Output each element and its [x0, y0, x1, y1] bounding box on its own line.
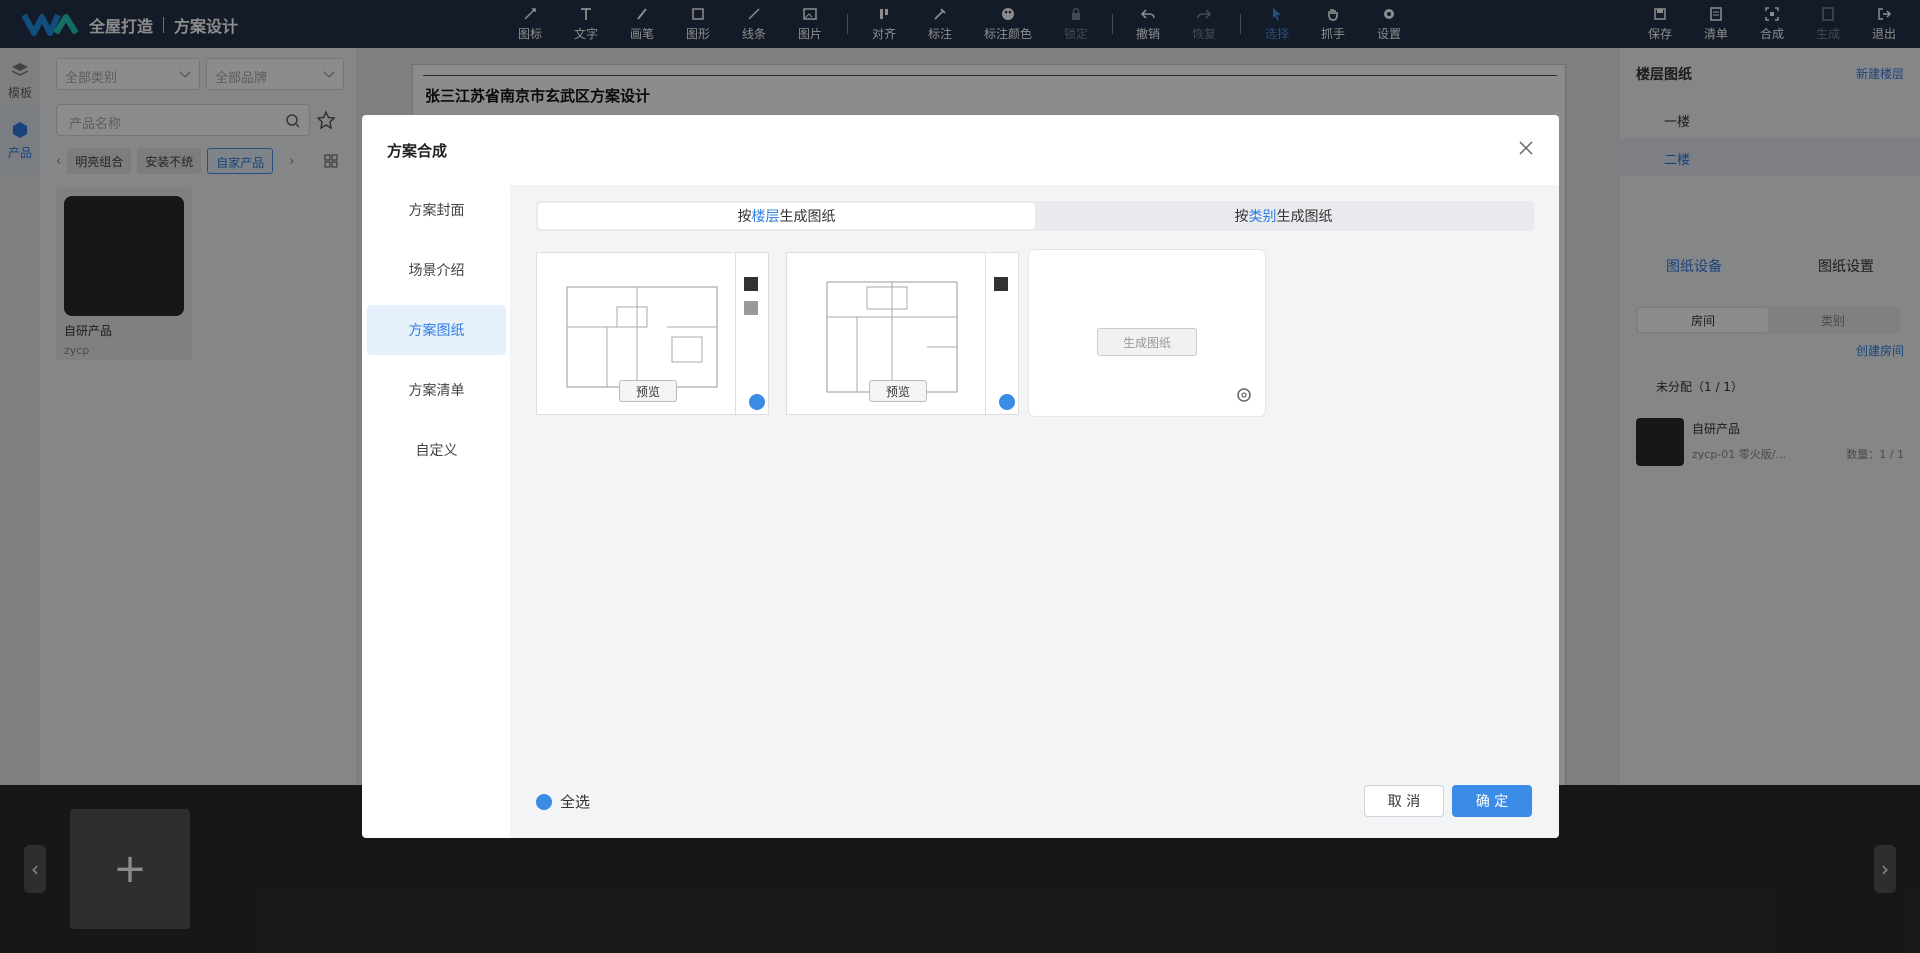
- check-icon[interactable]: [749, 394, 765, 410]
- nav-scene[interactable]: 场景介绍: [367, 245, 506, 295]
- nav-list[interactable]: 方案清单: [367, 365, 506, 415]
- nav-drawings[interactable]: 方案图纸: [367, 305, 506, 355]
- title-block: [985, 253, 1018, 416]
- tab-keyword: 楼层: [751, 209, 780, 225]
- by-floor-tab[interactable]: 按楼层 生成图纸: [538, 203, 1035, 229]
- dialog-title: 方案合成: [387, 142, 448, 160]
- tab-text: 按: [1234, 209, 1249, 225]
- close-icon[interactable]: [1517, 139, 1535, 157]
- generate-drawing-button[interactable]: 生成图纸: [1097, 328, 1197, 356]
- nav-cover[interactable]: 方案封面: [367, 185, 506, 235]
- dialog-nav: 方案封面 场景介绍 方案图纸 方案清单 自定义: [362, 185, 510, 838]
- title-block-mark: [744, 277, 758, 291]
- preview-button[interactable]: 预览: [869, 380, 927, 402]
- drawing-thumbnail[interactable]: 预览: [786, 252, 1019, 416]
- gear-icon[interactable]: [1235, 386, 1253, 404]
- confirm-button[interactable]: 确 定: [1452, 785, 1532, 817]
- generate-card: 生成图纸: [1028, 249, 1266, 417]
- cancel-button[interactable]: 取 消: [1364, 785, 1444, 817]
- title-block-mark: [994, 277, 1008, 291]
- tab-text: 生成图纸: [1276, 209, 1333, 225]
- by-category-tab[interactable]: 按类别 生成图纸: [1035, 203, 1532, 229]
- title-block-mark: [744, 301, 758, 315]
- generate-mode-toggle: 按楼层 生成图纸 按类别 生成图纸: [536, 201, 1534, 231]
- preview-button[interactable]: 预览: [619, 380, 677, 402]
- check-icon: [536, 793, 552, 810]
- title-block: [735, 253, 768, 416]
- check-icon[interactable]: [999, 394, 1015, 410]
- select-all-label: 全选: [560, 793, 591, 811]
- tab-text: 按: [737, 209, 752, 225]
- dialog-body: 按楼层 生成图纸 按类别 生成图纸 预览 预览 生成图纸 全选 取 消 确 定: [510, 185, 1559, 838]
- tab-keyword: 类别: [1248, 209, 1277, 225]
- select-all-checkbox[interactable]: 全选: [536, 791, 590, 812]
- tab-text: 生成图纸: [779, 209, 836, 225]
- drawing-thumbnail[interactable]: 预览: [536, 252, 769, 416]
- nav-custom[interactable]: 自定义: [367, 425, 506, 475]
- compose-dialog: 方案合成 方案封面 场景介绍 方案图纸 方案清单 自定义 按楼层 生成图纸 按类别…: [362, 115, 1559, 838]
